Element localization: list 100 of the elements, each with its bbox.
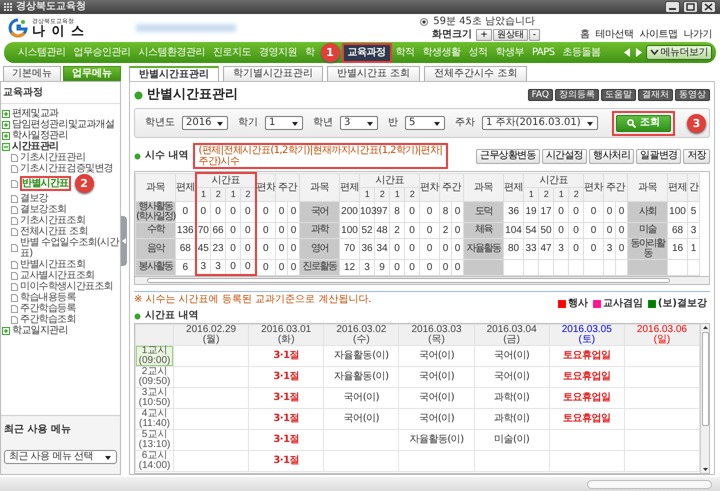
tree-item[interactable]: 학교일지관리 xyxy=(12,325,68,336)
tool-button[interactable]: 결재처 xyxy=(638,89,673,101)
table-cell: 토요휴업일 xyxy=(549,388,624,408)
period-cell[interactable]: 6교시 (14:00) xyxy=(136,450,174,472)
tree-item[interactable]: 결보강조회 xyxy=(20,204,67,215)
period-cell[interactable]: 1교시 (09:00) xyxy=(136,346,174,366)
zoom-button[interactable]: + xyxy=(476,28,492,40)
tree-item[interactable]: 교사별시간표조회 xyxy=(20,270,94,281)
tree-item[interactable]: 반별 수업일수조회(시간표) xyxy=(20,237,119,259)
collapse-handle[interactable] xyxy=(121,216,127,266)
caret-icon xyxy=(291,120,299,126)
action-button[interactable]: 저장 xyxy=(683,148,710,164)
grid-icon xyxy=(4,3,12,11)
previous-icon[interactable] xyxy=(624,48,630,57)
period-cell[interactable]: 3교시 (10:50) xyxy=(136,388,174,408)
page-tab[interactable]: 전체주간시수 조회 xyxy=(424,66,528,81)
tree-item[interactable]: 주간학습조회 xyxy=(20,314,76,325)
column-header: 1 xyxy=(196,187,210,201)
bullet-icon xyxy=(134,312,141,320)
subject-cell: 진로활동 xyxy=(300,259,340,275)
tree-item[interactable]: 결보강 xyxy=(20,193,48,204)
recent-menu-select[interactable]: 최근 사용 메뉴 선택 xyxy=(4,450,117,464)
tool-button[interactable]: 장의등록 xyxy=(555,89,599,101)
tree-item[interactable]: 전체시간표 조회 xyxy=(20,226,88,237)
maximize-button[interactable] xyxy=(683,1,698,13)
table-cell: 0 xyxy=(584,238,604,259)
horizontal-scrollbar[interactable] xyxy=(134,276,710,285)
table-cell: 0 xyxy=(240,222,256,238)
table-cell: 0 xyxy=(568,201,584,222)
tree-item[interactable]: 시간표관리 xyxy=(12,141,59,152)
header-link[interactable]: 사이트맵 xyxy=(640,29,678,41)
tree-item[interactable]: 학습내용등록 xyxy=(20,292,76,303)
select-field[interactable]: 5 xyxy=(405,116,445,130)
table-cell: 자율활동(이) xyxy=(398,430,474,450)
table-cell: 토요휴업일 xyxy=(549,366,624,388)
tree-item[interactable]: 학사일정관리 xyxy=(12,130,68,141)
page-tab[interactable]: 학기별시간표관리 xyxy=(223,66,323,81)
tree-item[interactable]: 담임편성관리및교과개설 xyxy=(12,119,114,130)
action-button[interactable]: 일괄변경 xyxy=(636,148,682,164)
column-header: 2016.03.05 (토) xyxy=(549,324,624,346)
column-header: 편제 xyxy=(340,173,360,201)
menu-item[interactable]: 교육과정 xyxy=(342,42,392,62)
tool-button[interactable]: 동영상 xyxy=(675,89,710,101)
column-header: 2016.03.01 (화) xyxy=(248,324,324,346)
collapse-icon[interactable] xyxy=(2,142,10,150)
tree-item[interactable]: 기초시간표검증및변경 xyxy=(20,163,114,174)
header-link[interactable]: 나가기 xyxy=(684,29,712,41)
period-cell[interactable]: 5교시 (13:10) xyxy=(136,430,174,450)
page-tab[interactable]: 반별시간표관리 xyxy=(129,66,219,81)
table-cell: 5 xyxy=(688,201,700,222)
next-icon[interactable] xyxy=(634,48,642,57)
expand-icon[interactable] xyxy=(2,132,10,140)
expand-icon[interactable] xyxy=(2,326,10,334)
table-cell: 100 xyxy=(668,201,688,222)
tree-item[interactable]: 미이수학생시간표조회 xyxy=(20,281,114,292)
vertical-scrollbar[interactable] xyxy=(700,324,709,473)
close-button[interactable] xyxy=(701,1,716,13)
select-field[interactable]: 1 주차(2016.03.01) xyxy=(482,116,598,130)
table-cell: 48 xyxy=(374,222,390,238)
tool-button[interactable]: 도움말 xyxy=(601,89,636,101)
minimize-button[interactable] xyxy=(665,1,680,13)
sidebar-tab[interactable]: 기본메뉴 xyxy=(3,66,61,81)
table-cell: 12 xyxy=(340,259,360,275)
tree-item[interactable]: 반별시간표 xyxy=(20,176,71,191)
table-cell: 0 xyxy=(604,222,616,238)
tree-item[interactable]: 반별시간표조회 xyxy=(20,259,86,270)
more-menu-button[interactable]: 메뉴더보기 xyxy=(646,45,712,60)
tree-item[interactable]: 편제및교과 xyxy=(12,108,59,119)
table-cell: 0 xyxy=(420,238,440,259)
column-header: 시간표 xyxy=(360,173,420,187)
expand-icon[interactable] xyxy=(2,120,10,128)
table-cell: 8 xyxy=(390,201,404,222)
period-cell[interactable]: 4교시 (11:40) xyxy=(136,408,174,430)
header-link[interactable]: 테마선택 xyxy=(596,29,634,41)
caret-icon xyxy=(586,120,594,126)
table-cell: 0 xyxy=(440,259,452,275)
header-link[interactable]: 홈 xyxy=(580,29,590,41)
select-field[interactable]: 3 xyxy=(340,116,378,130)
select-field[interactable]: 2016 xyxy=(182,116,228,130)
tree-item[interactable]: 주간학습등록 xyxy=(20,303,76,314)
table-cell: 0 xyxy=(404,238,420,259)
action-button[interactable]: 시간설정 xyxy=(542,148,587,164)
period-cell[interactable]: 2교시 (09:50) xyxy=(136,366,174,388)
table-cell: 36 xyxy=(504,201,524,222)
tree-item[interactable]: 기초시간표관리 xyxy=(20,152,86,163)
action-button[interactable]: 근무상황변동 xyxy=(476,148,540,164)
table-cell: 104 xyxy=(504,222,524,238)
action-button[interactable]: 행사처리 xyxy=(588,148,634,164)
select-field[interactable]: 1 xyxy=(265,116,303,130)
zoom-button[interactable]: - xyxy=(528,28,540,40)
tree-item[interactable]: 기초시간표조회 xyxy=(20,215,86,226)
tool-button[interactable]: FAQ xyxy=(528,89,553,101)
expand-icon[interactable] xyxy=(2,110,10,118)
column-header: 2016.03.04 (금) xyxy=(474,324,550,346)
table-cell: 70 xyxy=(340,238,360,259)
table-cell: 0 xyxy=(404,201,420,222)
page-tab[interactable]: 반별시간표 조회 xyxy=(327,66,420,81)
table-cell: 0 xyxy=(256,238,276,259)
zoom-button[interactable]: 원상태 xyxy=(492,28,528,40)
table-cell: 국어(이) xyxy=(398,388,474,408)
